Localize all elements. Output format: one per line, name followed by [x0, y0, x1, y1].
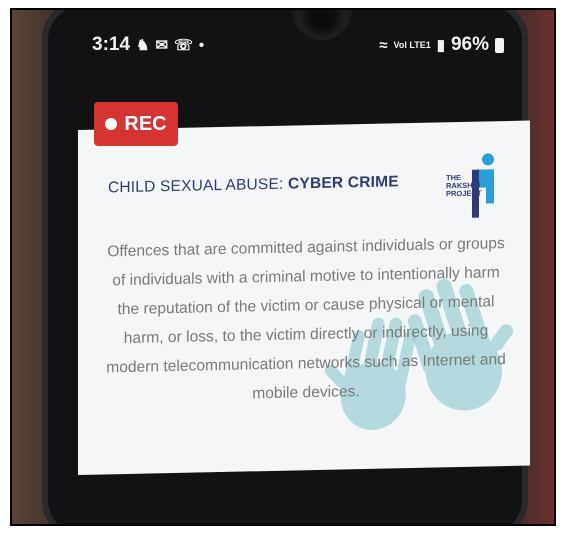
- slide-body-text: Offences that are committed against indi…: [106, 235, 506, 403]
- presentation-slide: CHILD SEXUAL ABUSE: CYBER CRIME THE RAKS…: [78, 120, 530, 475]
- rec-badge[interactable]: REC: [94, 102, 178, 146]
- rec-label: REC: [124, 112, 167, 135]
- whatsapp-icon: ☏: [174, 36, 193, 54]
- status-bar: 3:14 ♞ ✉ ☏ • ≈ Vol LTE1 ▮ 96%: [84, 32, 504, 62]
- logo-line: PROJECT: [446, 188, 482, 199]
- photo-frame: 3:14 ♞ ✉ ☏ • ≈ Vol LTE1 ▮ 96% CHILD SEXU…: [10, 8, 556, 526]
- status-time: 3:14: [92, 34, 131, 55]
- record-dot-icon: [105, 118, 118, 130]
- more-notifications-icon: •: [198, 36, 205, 54]
- slide-title-emphasis: CYBER CRIME: [288, 173, 399, 193]
- slide-title: CHILD SEXUAL ABUSE: CYBER CRIME: [108, 173, 399, 197]
- wifi-icon: ≈: [379, 36, 388, 54]
- signal-icon: ▮: [436, 36, 445, 54]
- battery-icon: [495, 37, 504, 53]
- logo-text: THE RAKSHIN PROJECT: [446, 173, 482, 199]
- status-right: ≈ Vol LTE1 ▮ 96%: [379, 34, 504, 56]
- battery-percent: 96%: [450, 34, 489, 55]
- network-type: Vol LTE1: [393, 39, 431, 50]
- mail-icon: ✉: [155, 36, 169, 54]
- status-left: 3:14 ♞ ✉ ☏ •: [92, 34, 204, 56]
- notification-bell-icon: ♞: [136, 36, 150, 54]
- rakshin-project-logo: THE RAKSHIN PROJECT: [446, 151, 502, 222]
- slide-title-prefix: CHILD SEXUAL ABUSE:: [108, 175, 289, 197]
